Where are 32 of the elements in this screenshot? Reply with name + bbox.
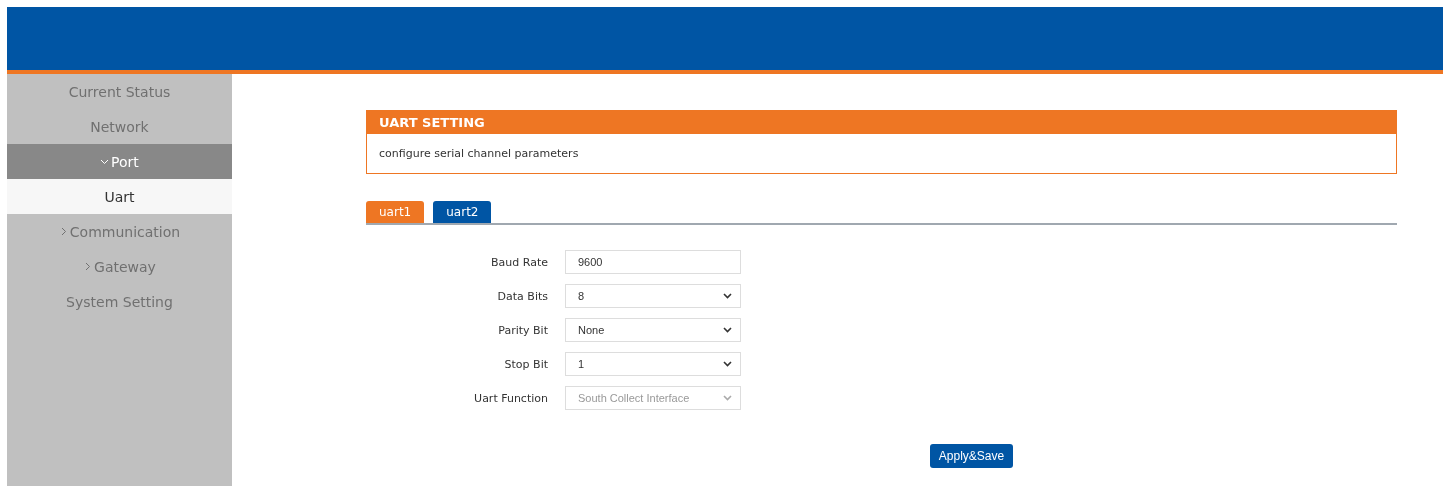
dropdown-caret-icon (723, 327, 732, 333)
select-field[interactable]: 1 (565, 352, 741, 376)
sidebar-item-label: Network (90, 118, 149, 135)
sidebar-item[interactable]: Communication (7, 214, 232, 249)
sidebar-item[interactable]: Gateway (7, 249, 232, 284)
sidebar-item[interactable]: System Setting (7, 284, 232, 319)
field-label: Baud Rate (490, 255, 548, 269)
sidebar-item[interactable]: Current Status (7, 74, 232, 109)
tab[interactable]: uart1 (366, 201, 425, 223)
sidebar-item-label: System Setting (66, 293, 173, 310)
sidebar-item[interactable]: Uart (7, 179, 232, 214)
field-label: Uart Function (473, 391, 548, 405)
dropdown-caret-icon (723, 361, 732, 367)
sidebar-item[interactable]: Port (7, 144, 232, 179)
input-field[interactable]: 9600 (565, 250, 741, 274)
select-field[interactable]: None (565, 318, 741, 342)
field-label: Data Bits (496, 289, 548, 303)
tab[interactable]: uart2 (433, 201, 492, 223)
field-label: Stop Bit (503, 357, 548, 371)
panel-description: configure serial channel parameters (378, 146, 580, 162)
sidebar-item-label: Current Status (68, 83, 171, 100)
field-label: Parity Bit (497, 323, 548, 337)
dropdown-caret-icon (723, 293, 732, 299)
panel-title: UART SETTING (367, 111, 1396, 134)
sidebar-item-label: Gateway (94, 258, 156, 275)
apply-save-button[interactable]: Apply&Save (929, 444, 1014, 468)
sidebar-item-label: Port (111, 153, 139, 170)
sidebar-item[interactable]: Network (7, 109, 232, 144)
sidebar-item-label: Communication (69, 223, 181, 240)
dropdown-caret-icon (723, 395, 732, 401)
select-field[interactable]: 8 (565, 284, 741, 308)
sidebar-item-label: Uart (104, 188, 135, 205)
